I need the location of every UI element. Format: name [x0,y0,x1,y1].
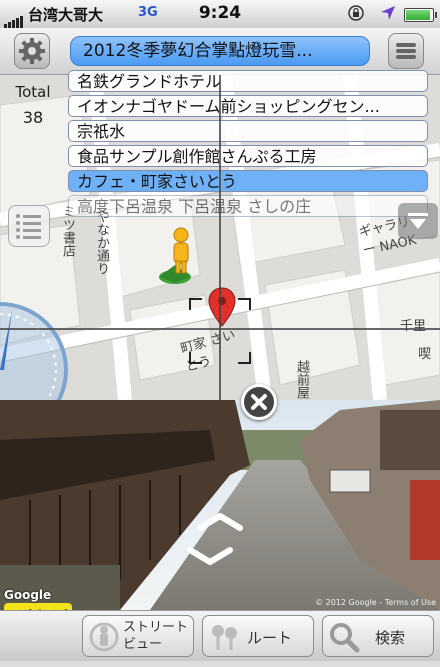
rotation-lock-icon [348,5,364,21]
bottom-toolbar: ストリートビュー ルート 検索 [0,610,440,661]
network-type: 3G [138,5,158,20]
list-view-icon [16,214,41,239]
filter-button[interactable] [398,203,438,239]
street-view-button[interactable]: ストリートビュー [82,615,194,657]
spot-list-item[interactable]: 食品サンプル創作館さんぷる工房 [68,145,428,167]
search-label: 検索 [375,629,406,647]
battery-icon [404,8,437,22]
gear-icon [19,38,45,64]
spot-list-item-selected[interactable]: カフェ・町家さいとう [68,170,428,192]
spot-list: 名鉄グランドホテル イオンナゴヤドーム前ショッピングセン... 宗祇水 食品サン… [68,70,428,220]
spot-set-title[interactable]: 2012冬季夢幻合掌點燈玩雪... [70,36,370,66]
route-pins-icon [212,625,237,650]
spot-list-item[interactable]: 宗祇水 [68,120,428,142]
top-toolbar: 2012冬季夢幻合掌點燈玩雪... [0,28,440,75]
compass-icon[interactable] [0,280,70,400]
crosshair-vertical [219,75,221,400]
street-view-copyright: © 2012 Google - Terms of Use [315,598,436,607]
spot-list-item[interactable]: 名鉄グランドホテル [68,70,428,92]
nav-forward-button[interactable] [195,505,247,535]
route-button[interactable]: ルート [202,615,314,657]
nav-backward-button[interactable] [185,540,237,570]
list-toggle-button[interactable] [8,205,50,247]
status-bar: 台湾大哥大 3G 9:24 [0,0,440,29]
total-count: 38 [22,108,44,127]
carrier-name: 台湾大哥大 [28,6,104,24]
search-button[interactable]: 検索 [322,615,434,657]
signal-strength-icon [4,9,24,28]
menu-button[interactable] [388,33,424,69]
list-menu-icon [396,43,416,59]
close-icon [251,394,267,410]
search-icon [330,623,360,653]
total-label: Total [15,83,51,101]
spot-list-item[interactable]: イオンナゴヤドーム前ショッピングセン... [68,95,428,117]
street-view-icon [89,622,119,652]
spot-list-item[interactable]: 高度下呂温泉 下呂温泉 さしの庄 [68,195,428,217]
filter-icon [408,213,428,229]
route-label: ルート [247,629,293,647]
map-pin-icon[interactable] [207,286,237,328]
settings-button[interactable] [14,33,50,69]
location-arrow-icon [381,6,395,20]
street-view-label: ストリートビュー [123,620,189,652]
google-logo: Google [4,588,52,602]
pegman-icon[interactable] [155,225,201,285]
close-street-view-button[interactable] [241,384,277,420]
crosshair-horizontal [0,328,440,330]
